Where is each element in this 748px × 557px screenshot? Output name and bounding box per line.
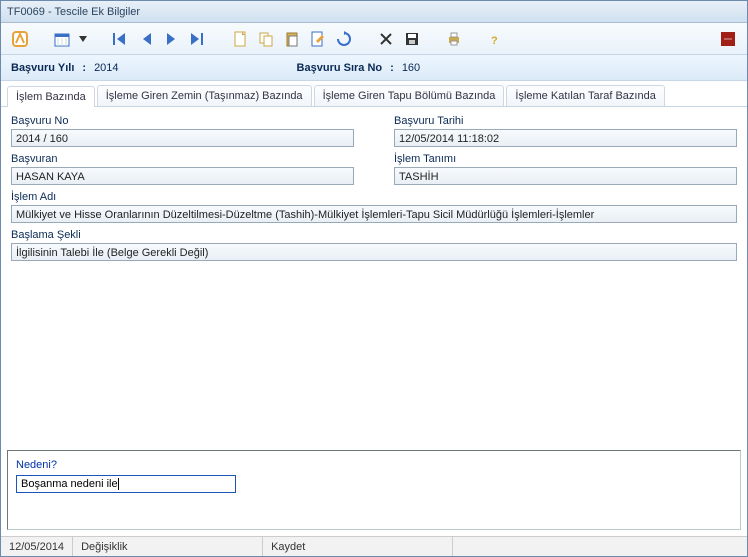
edit-doc-icon[interactable] <box>307 28 329 50</box>
nedeni-label: Nedeni? <box>16 459 732 471</box>
tab-taraf-bazinda[interactable]: İşleme Katılan Taraf Bazında <box>506 85 664 106</box>
basvuru-tarihi-field[interactable]: 12/05/2014 11:18:02 <box>394 129 737 147</box>
refresh-icon[interactable] <box>333 28 355 50</box>
seq-value: 160 <box>402 62 420 74</box>
status-empty <box>453 537 747 556</box>
help-icon[interactable]: ? <box>485 28 507 50</box>
tab-bar: İşlem Bazında İşleme Giren Zemin (Taşınm… <box>1 81 747 107</box>
nav-next-icon[interactable] <box>161 28 183 50</box>
calendar-icon[interactable] <box>51 28 73 50</box>
svg-text:?: ? <box>491 35 498 47</box>
paste-icon[interactable] <box>281 28 303 50</box>
form-content: Başvuru No 2014 / 160 Başvuru Tarihi 12/… <box>1 107 747 450</box>
header-summary: Başvuru Yılı : 2014 Başvuru Sıra No : 16… <box>1 55 747 81</box>
new-doc-icon[interactable] <box>229 28 251 50</box>
status-mode: Değişiklik <box>73 537 263 556</box>
app-logo-icon[interactable] <box>9 28 31 50</box>
basvuru-no-label: Başvuru No <box>11 115 354 127</box>
nedeni-input[interactable]: Boşanma nedeni ile <box>16 475 236 493</box>
application-window: TF0069 - Tescile Ek Bilgiler <box>0 0 748 557</box>
print-icon[interactable] <box>443 28 465 50</box>
close-red-icon[interactable] <box>717 28 739 50</box>
chevron-down-icon[interactable] <box>77 28 89 50</box>
seq-label: Başvuru Sıra No <box>297 62 383 74</box>
status-date: 12/05/2014 <box>1 537 73 556</box>
status-bar: 12/05/2014 Değişiklik Kaydet <box>1 536 747 556</box>
reason-panel: Nedeni? Boşanma nedeni ile <box>7 450 741 530</box>
islem-adi-field[interactable]: Mülkiyet ve Hisse Oranlarının Düzeltilme… <box>11 205 737 223</box>
nedeni-value: Boşanma nedeni ile <box>21 478 118 490</box>
save-floppy-icon[interactable] <box>401 28 423 50</box>
baslama-sekli-field[interactable]: İlgilisinin Talebi İle (Belge Gerekli De… <box>11 243 737 261</box>
text-caret <box>118 478 119 490</box>
tab-tapu-bolumu-bazinda[interactable]: İşleme Giren Tapu Bölümü Bazında <box>314 85 505 106</box>
basvuru-tarihi-label: Başvuru Tarihi <box>394 115 737 127</box>
basvuran-field[interactable]: HASAN KAYA <box>11 167 354 185</box>
basvuru-no-field[interactable]: 2014 / 160 <box>11 129 354 147</box>
tab-zemin-bazinda[interactable]: İşleme Giren Zemin (Taşınmaz) Bazında <box>97 85 312 106</box>
nav-last-icon[interactable] <box>187 28 209 50</box>
nav-first-icon[interactable] <box>109 28 131 50</box>
delete-x-icon[interactable] <box>375 28 397 50</box>
year-value: 2014 <box>94 62 118 74</box>
baslama-sekli-label: Başlama Şekli <box>11 229 737 241</box>
islem-tanimi-field[interactable]: TASHİH <box>394 167 737 185</box>
islem-adi-label: İşlem Adı <box>11 191 737 203</box>
nav-prev-icon[interactable] <box>135 28 157 50</box>
copy-icon[interactable] <box>255 28 277 50</box>
toolbar: ? <box>1 23 747 55</box>
tab-islem-bazinda[interactable]: İşlem Bazında <box>7 86 95 107</box>
window-title: TF0069 - Tescile Ek Bilgiler <box>7 6 140 18</box>
year-label: Başvuru Yılı <box>11 62 74 74</box>
status-action: Kaydet <box>263 537 453 556</box>
title-bar: TF0069 - Tescile Ek Bilgiler <box>1 1 747 23</box>
islem-tanimi-label: İşlem Tanımı <box>394 153 737 165</box>
basvuran-label: Başvuran <box>11 153 354 165</box>
